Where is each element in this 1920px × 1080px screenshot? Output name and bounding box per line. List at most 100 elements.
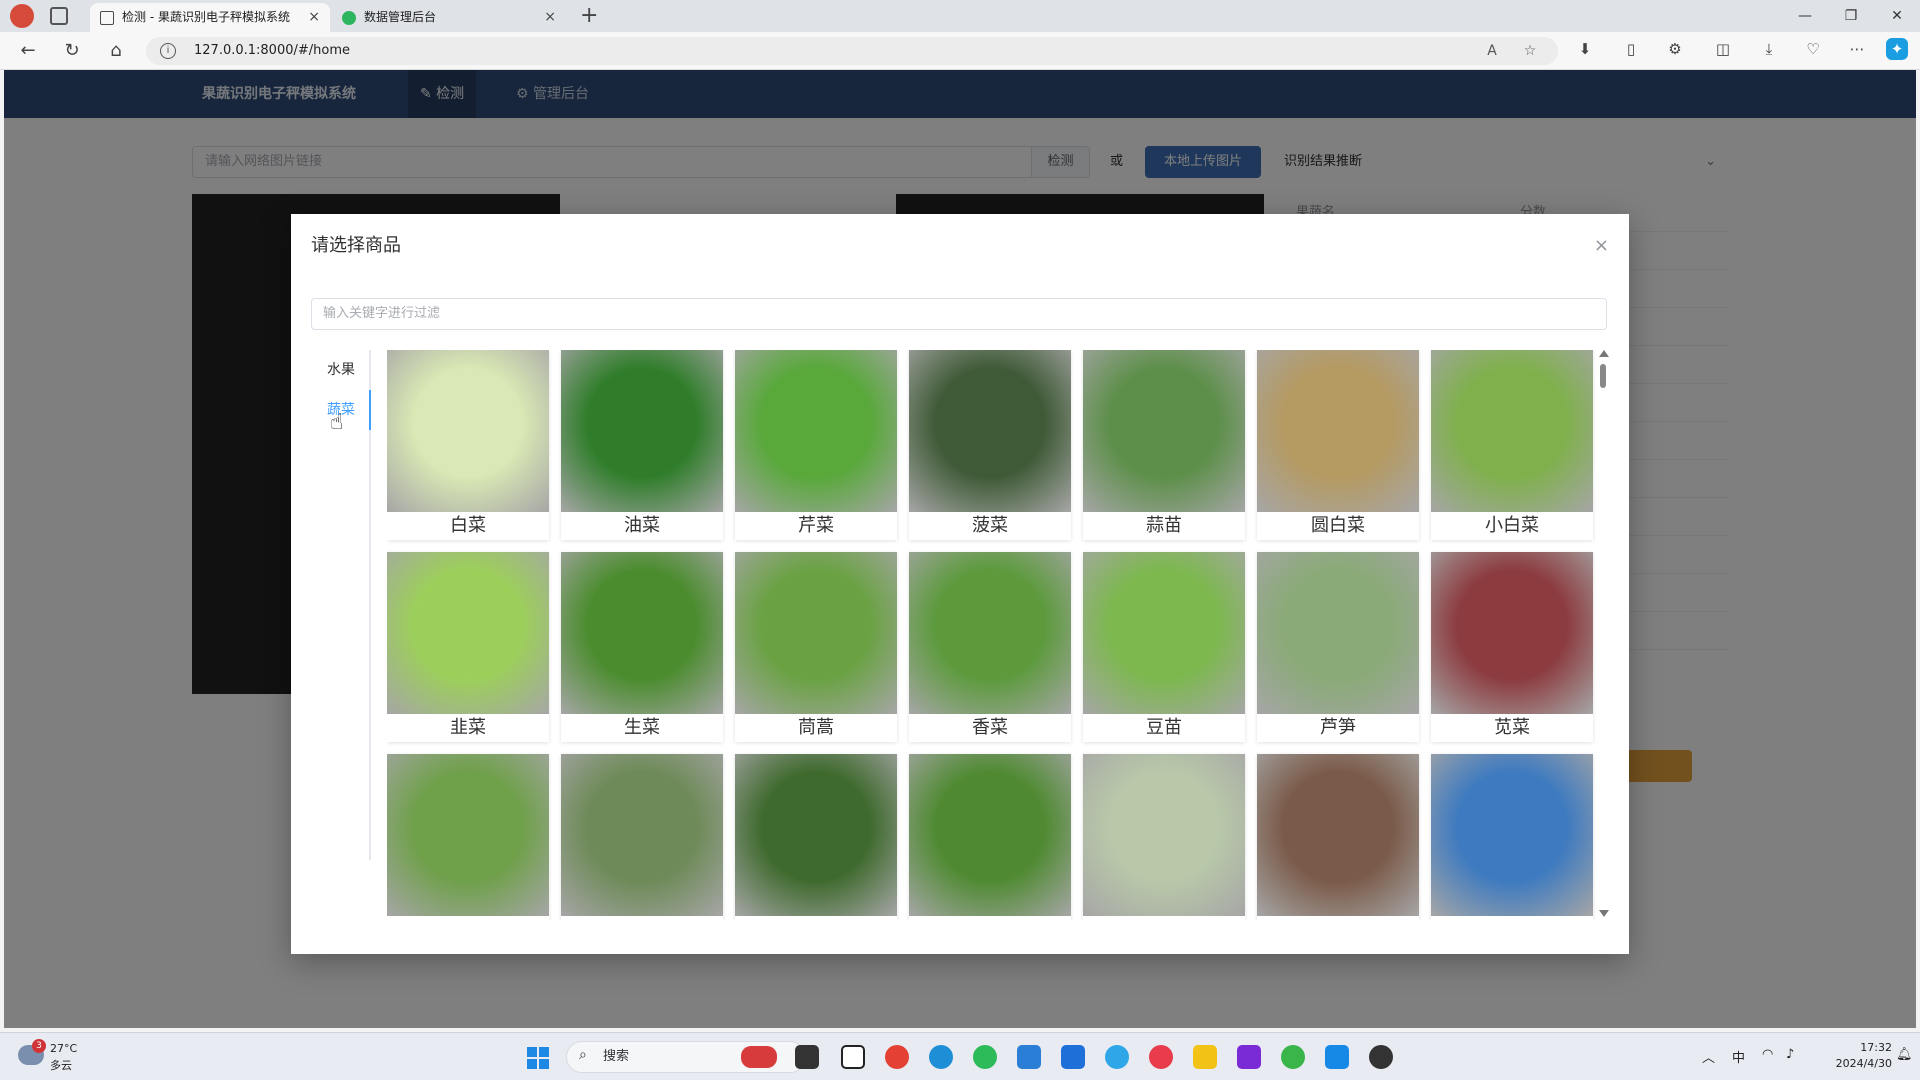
product-card[interactable]: 油菜 xyxy=(561,350,723,540)
download-shield-icon[interactable]: ⬇ xyxy=(1574,38,1596,60)
product-image xyxy=(387,552,549,714)
product-card[interactable]: 茼蒿 xyxy=(735,552,897,742)
product-card[interactable] xyxy=(735,754,897,920)
wechat-icon[interactable] xyxy=(973,1045,997,1069)
restore-icon[interactable]: ❐ xyxy=(1828,0,1874,32)
product-card[interactable] xyxy=(1431,754,1593,920)
product-card[interactable]: 香菜 xyxy=(909,552,1071,742)
close-icon[interactable]: × xyxy=(544,3,556,32)
task-view-icon[interactable] xyxy=(795,1045,819,1069)
edge-icon[interactable] xyxy=(929,1045,953,1069)
split-screen-icon[interactable]: ◫ xyxy=(1712,38,1734,60)
home-icon[interactable]: ⌂ xyxy=(102,38,130,64)
new-tab-button[interactable]: + xyxy=(580,3,598,29)
sticky-notes-icon[interactable] xyxy=(1193,1045,1217,1069)
product-image xyxy=(1257,754,1419,916)
product-name: 圆白菜 xyxy=(1311,515,1365,536)
performance-icon[interactable]: ♡ xyxy=(1802,38,1824,60)
product-card[interactable]: 白菜 xyxy=(387,350,549,540)
search-label: 搜索 xyxy=(603,1049,630,1064)
reading-icon[interactable]: ▯ xyxy=(1620,38,1642,60)
product-image xyxy=(1083,552,1245,714)
weather-description[interactable]: 多云 xyxy=(50,1057,72,1073)
downloads-icon[interactable]: ⤓ xyxy=(1758,38,1780,60)
product-card[interactable] xyxy=(909,754,1071,920)
product-scrollbar[interactable] xyxy=(1597,350,1609,920)
product-card[interactable]: 小白菜 xyxy=(1431,350,1593,540)
product-grid: 白菜 油菜 芹菜 菠菜 蒜苗 圆白菜 小白菜韭菜 生菜 茼蒿 香菜 豆苗 芦笋 苋菜 xyxy=(387,350,1599,920)
clock-time[interactable]: 17:32 xyxy=(1848,1041,1892,1054)
product-name: 苋菜 xyxy=(1494,717,1530,738)
product-card[interactable]: 韭菜 xyxy=(387,552,549,742)
vscode-icon[interactable] xyxy=(1017,1045,1041,1069)
address-bar[interactable]: i 127.0.0.1:8000/#/home A ☆ xyxy=(146,37,1558,65)
product-image xyxy=(1083,350,1245,512)
jetbrains-icon[interactable] xyxy=(1237,1045,1261,1069)
product-name: 香菜 xyxy=(972,717,1008,738)
plant-app-icon[interactable] xyxy=(1281,1045,1305,1069)
product-name: 菠菜 xyxy=(972,515,1008,536)
product-card[interactable]: 圆白菜 xyxy=(1257,350,1419,540)
close-window-icon[interactable]: ✕ xyxy=(1874,0,1920,32)
scroll-down-arrow-icon[interactable] xyxy=(1599,910,1609,917)
product-card[interactable]: 豆苗 xyxy=(1083,552,1245,742)
scroll-thumb[interactable] xyxy=(1600,364,1606,388)
minimize-icon[interactable]: — xyxy=(1782,0,1828,32)
product-card[interactable]: 蒜苗 xyxy=(1083,350,1245,540)
favorite-star-icon[interactable]: ☆ xyxy=(1520,41,1540,61)
profile-avatar[interactable] xyxy=(10,4,34,28)
copilot-icon[interactable]: ✦ xyxy=(1886,38,1908,60)
product-name: 生菜 xyxy=(624,717,660,738)
product-card[interactable]: 芦笋 xyxy=(1257,552,1419,742)
product-image xyxy=(1257,350,1419,512)
chat-icon[interactable] xyxy=(1105,1045,1129,1069)
notification-bell-icon[interactable]: 🔔︎ xyxy=(1896,1047,1913,1062)
close-icon[interactable]: × xyxy=(308,3,320,32)
wifi-icon[interactable]: ◠ xyxy=(1762,1047,1773,1062)
product-image xyxy=(1431,350,1593,512)
url-text[interactable]: 127.0.0.1:8000/#/home xyxy=(194,37,350,65)
weather-temperature[interactable]: 27°C xyxy=(50,1042,77,1055)
tray-overflow-icon[interactable]: ︿ xyxy=(1702,1047,1715,1066)
tab-actions-icon[interactable] xyxy=(50,7,68,25)
read-aloud-icon[interactable]: A xyxy=(1482,41,1502,61)
windows-start-icon[interactable] xyxy=(527,1047,549,1069)
taskbar-search[interactable]: ⌕ 搜索 xyxy=(566,1041,806,1073)
product-card[interactable]: 芹菜 xyxy=(735,350,897,540)
volume-icon[interactable]: ♪ xyxy=(1786,1047,1794,1062)
dingtalk-icon[interactable] xyxy=(1325,1045,1349,1069)
extensions-icon[interactable]: ⚙ xyxy=(1664,38,1686,60)
netease-music-icon[interactable] xyxy=(1149,1045,1173,1069)
product-image xyxy=(387,350,549,512)
dialog-title: 请选择商品 xyxy=(311,235,401,256)
reload-icon[interactable]: ↻ xyxy=(58,38,86,64)
site-info-icon[interactable]: i xyxy=(160,43,176,59)
product-card[interactable]: 菠菜 xyxy=(909,350,1071,540)
browser-tab-strip: 检测 - 果蔬识别电子秤模拟系统 × 数据管理后台 × + — ❐ ✕ xyxy=(0,0,1920,32)
product-image xyxy=(1257,552,1419,714)
more-menu-icon[interactable]: ⋯ xyxy=(1846,38,1868,60)
clock-date[interactable]: 2024/4/30 xyxy=(1818,1057,1892,1070)
product-card[interactable] xyxy=(387,754,549,920)
product-card[interactable] xyxy=(1257,754,1419,920)
chrome-icon[interactable] xyxy=(885,1045,909,1069)
product-image xyxy=(561,754,723,916)
product-image xyxy=(735,552,897,714)
notion-icon[interactable] xyxy=(841,1045,865,1069)
product-name: 小白菜 xyxy=(1485,515,1539,536)
close-icon[interactable]: × xyxy=(1594,234,1609,258)
feishu-icon[interactable] xyxy=(1061,1045,1085,1069)
back-arrow-icon[interactable]: ← xyxy=(14,38,42,64)
tab-admin[interactable]: 数据管理后台 × xyxy=(332,3,566,32)
tab-detect[interactable]: 检测 - 果蔬识别电子秤模拟系统 × xyxy=(90,3,330,32)
browser-toolbar: ← ↻ ⌂ i 127.0.0.1:8000/#/home A ☆ ⬇ ▯ ⚙ … xyxy=(0,32,1920,70)
product-card[interactable] xyxy=(1083,754,1245,920)
ime-indicator[interactable]: 中 xyxy=(1732,1047,1745,1066)
scroll-up-arrow-icon[interactable] xyxy=(1599,350,1609,357)
category-fruit[interactable]: 水果 xyxy=(311,350,371,390)
record-app-icon[interactable] xyxy=(1369,1045,1393,1069)
product-card[interactable]: 苋菜 xyxy=(1431,552,1593,742)
filter-input[interactable]: 输入关键字进行过滤 xyxy=(311,298,1607,330)
product-card[interactable]: 生菜 xyxy=(561,552,723,742)
product-card[interactable] xyxy=(561,754,723,920)
